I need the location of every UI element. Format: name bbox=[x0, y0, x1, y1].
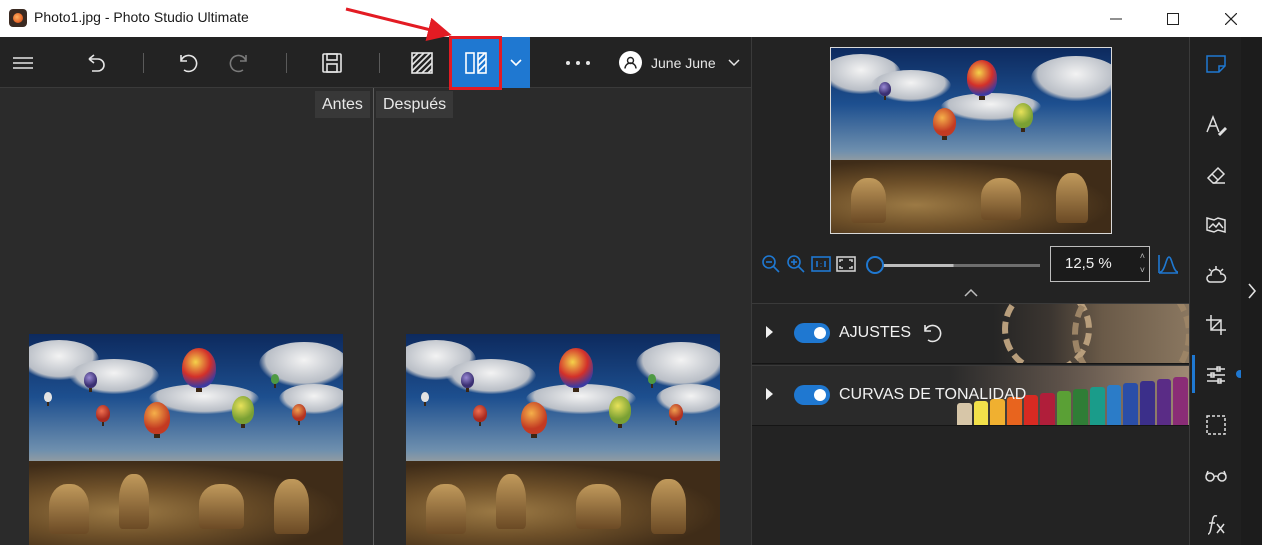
user-icon bbox=[619, 51, 642, 74]
single-view-icon bbox=[411, 51, 433, 74]
app-logo-icon bbox=[9, 9, 27, 27]
fit-to-window-icon bbox=[836, 256, 856, 272]
maximize-icon bbox=[1167, 12, 1179, 25]
window-title: Photo1.jpg - Photo Studio Ultimate bbox=[34, 9, 249, 25]
after-label: Después bbox=[376, 91, 454, 118]
tool-edit[interactable] bbox=[1190, 43, 1242, 83]
section-label: CURVAS DE TONALIDAD bbox=[839, 386, 1027, 403]
toolbar-separator bbox=[379, 53, 380, 73]
undo-all-icon bbox=[88, 53, 105, 72]
toolbar-separator bbox=[143, 53, 144, 73]
tool-effects[interactable] bbox=[1190, 505, 1242, 545]
tool-landscape[interactable] bbox=[1190, 205, 1242, 245]
tool-text[interactable] bbox=[1190, 105, 1242, 145]
single-view-button[interactable] bbox=[400, 37, 444, 88]
tool-adjustments[interactable] bbox=[1190, 355, 1242, 395]
histogram-icon bbox=[1158, 255, 1179, 274]
reset-icon[interactable] bbox=[920, 322, 942, 344]
navigator-preview[interactable] bbox=[830, 47, 1112, 234]
tool-selection[interactable] bbox=[1190, 405, 1242, 445]
zoom-input[interactable]: 12,5 % ˄ ˅ bbox=[1050, 246, 1150, 282]
save-icon bbox=[322, 52, 342, 73]
chevron-right-icon bbox=[1247, 283, 1256, 299]
tool-weather[interactable] bbox=[1190, 255, 1242, 295]
zoom-up-icon[interactable]: ˄ bbox=[1140, 251, 1145, 261]
split-divider[interactable] bbox=[373, 88, 374, 545]
zoom-in-icon bbox=[787, 255, 805, 273]
view-mode-dropdown[interactable] bbox=[501, 37, 530, 88]
chevron-down-icon bbox=[509, 58, 522, 66]
zoom-slider-thumb[interactable] bbox=[866, 256, 884, 274]
preview-image bbox=[831, 48, 1111, 233]
expand-caret-icon[interactable] bbox=[766, 388, 773, 400]
redo-icon bbox=[229, 54, 247, 72]
close-icon bbox=[1225, 12, 1237, 25]
split-view-icon bbox=[465, 51, 487, 74]
split-view-button[interactable] bbox=[452, 37, 500, 88]
zoom-in-button[interactable] bbox=[786, 254, 806, 278]
tool-crop[interactable] bbox=[1190, 305, 1242, 345]
after-image bbox=[406, 334, 720, 545]
histogram-button[interactable] bbox=[1157, 253, 1179, 279]
tool-eraser[interactable] bbox=[1190, 155, 1242, 195]
maximize-button[interactable] bbox=[1144, 0, 1202, 37]
chevron-down-icon bbox=[728, 58, 740, 66]
crop-icon bbox=[1206, 315, 1226, 335]
glasses-icon bbox=[1205, 470, 1227, 482]
active-tool-indicator bbox=[1192, 355, 1195, 393]
section-curvas-de-tonalidad[interactable]: CURVAS DE TONALIDAD bbox=[752, 365, 1190, 426]
toolbar-separator bbox=[286, 53, 287, 73]
fx-icon bbox=[1207, 515, 1225, 535]
user-menu[interactable]: June June bbox=[619, 37, 740, 88]
undo-all-button[interactable] bbox=[74, 37, 118, 88]
zoom-value: 12,5 % bbox=[1065, 255, 1112, 272]
right-panel: 12,5 % ˄ ˅ AJUSTES CURVAS DE TONALIDAD bbox=[751, 37, 1190, 545]
cloud-sun-icon bbox=[1206, 266, 1227, 283]
redo-button[interactable] bbox=[218, 37, 262, 88]
landscape-icon bbox=[1206, 217, 1226, 233]
app-window: Photo1.jpg - Photo Studio Ultimate June … bbox=[0, 0, 1262, 545]
expand-panel-button[interactable] bbox=[1241, 37, 1262, 545]
before-image bbox=[29, 334, 343, 545]
zoom-bar: 12,5 % ˄ ˅ bbox=[752, 243, 1190, 287]
undo-icon bbox=[180, 54, 198, 72]
actual-size-button[interactable] bbox=[811, 256, 831, 276]
edit-note-icon bbox=[1206, 55, 1226, 73]
user-name: June June bbox=[651, 54, 716, 71]
collapse-preview-icon[interactable] bbox=[962, 287, 980, 299]
before-label: Antes bbox=[315, 91, 370, 118]
zoom-out-icon bbox=[762, 255, 780, 273]
fit-to-window-button[interactable] bbox=[836, 256, 856, 276]
zoom-down-icon[interactable]: ˅ bbox=[1140, 265, 1145, 275]
minimize-button[interactable] bbox=[1087, 0, 1145, 37]
expand-caret-icon[interactable] bbox=[766, 326, 773, 338]
text-style-icon bbox=[1206, 114, 1227, 136]
sliders-icon bbox=[1207, 366, 1225, 384]
zoom-slider[interactable] bbox=[874, 264, 1040, 267]
title-bar: Photo1.jpg - Photo Studio Ultimate bbox=[0, 0, 1262, 37]
ajustes-toggle[interactable] bbox=[794, 323, 830, 343]
zoom-out-button[interactable] bbox=[761, 254, 781, 278]
close-button[interactable] bbox=[1202, 0, 1260, 37]
image-canvas[interactable]: Antes Después bbox=[0, 88, 751, 545]
section-ajustes[interactable]: AJUSTES bbox=[752, 303, 1190, 364]
more-button[interactable] bbox=[556, 37, 600, 88]
main-toolbar: June June bbox=[0, 37, 751, 88]
curvas-toggle[interactable] bbox=[794, 385, 830, 405]
tools-sidebar bbox=[1189, 37, 1244, 545]
selection-icon bbox=[1206, 415, 1226, 435]
eraser-icon bbox=[1206, 166, 1226, 184]
hamburger-icon bbox=[13, 56, 33, 69]
undo-button[interactable] bbox=[165, 37, 209, 88]
more-icon bbox=[566, 60, 590, 65]
menu-button[interactable] bbox=[0, 37, 46, 88]
minimize-icon bbox=[1110, 18, 1122, 19]
section-label: AJUSTES bbox=[839, 324, 912, 341]
tool-glasses[interactable] bbox=[1190, 455, 1242, 495]
actual-size-icon bbox=[811, 256, 831, 272]
save-button[interactable] bbox=[310, 37, 354, 88]
